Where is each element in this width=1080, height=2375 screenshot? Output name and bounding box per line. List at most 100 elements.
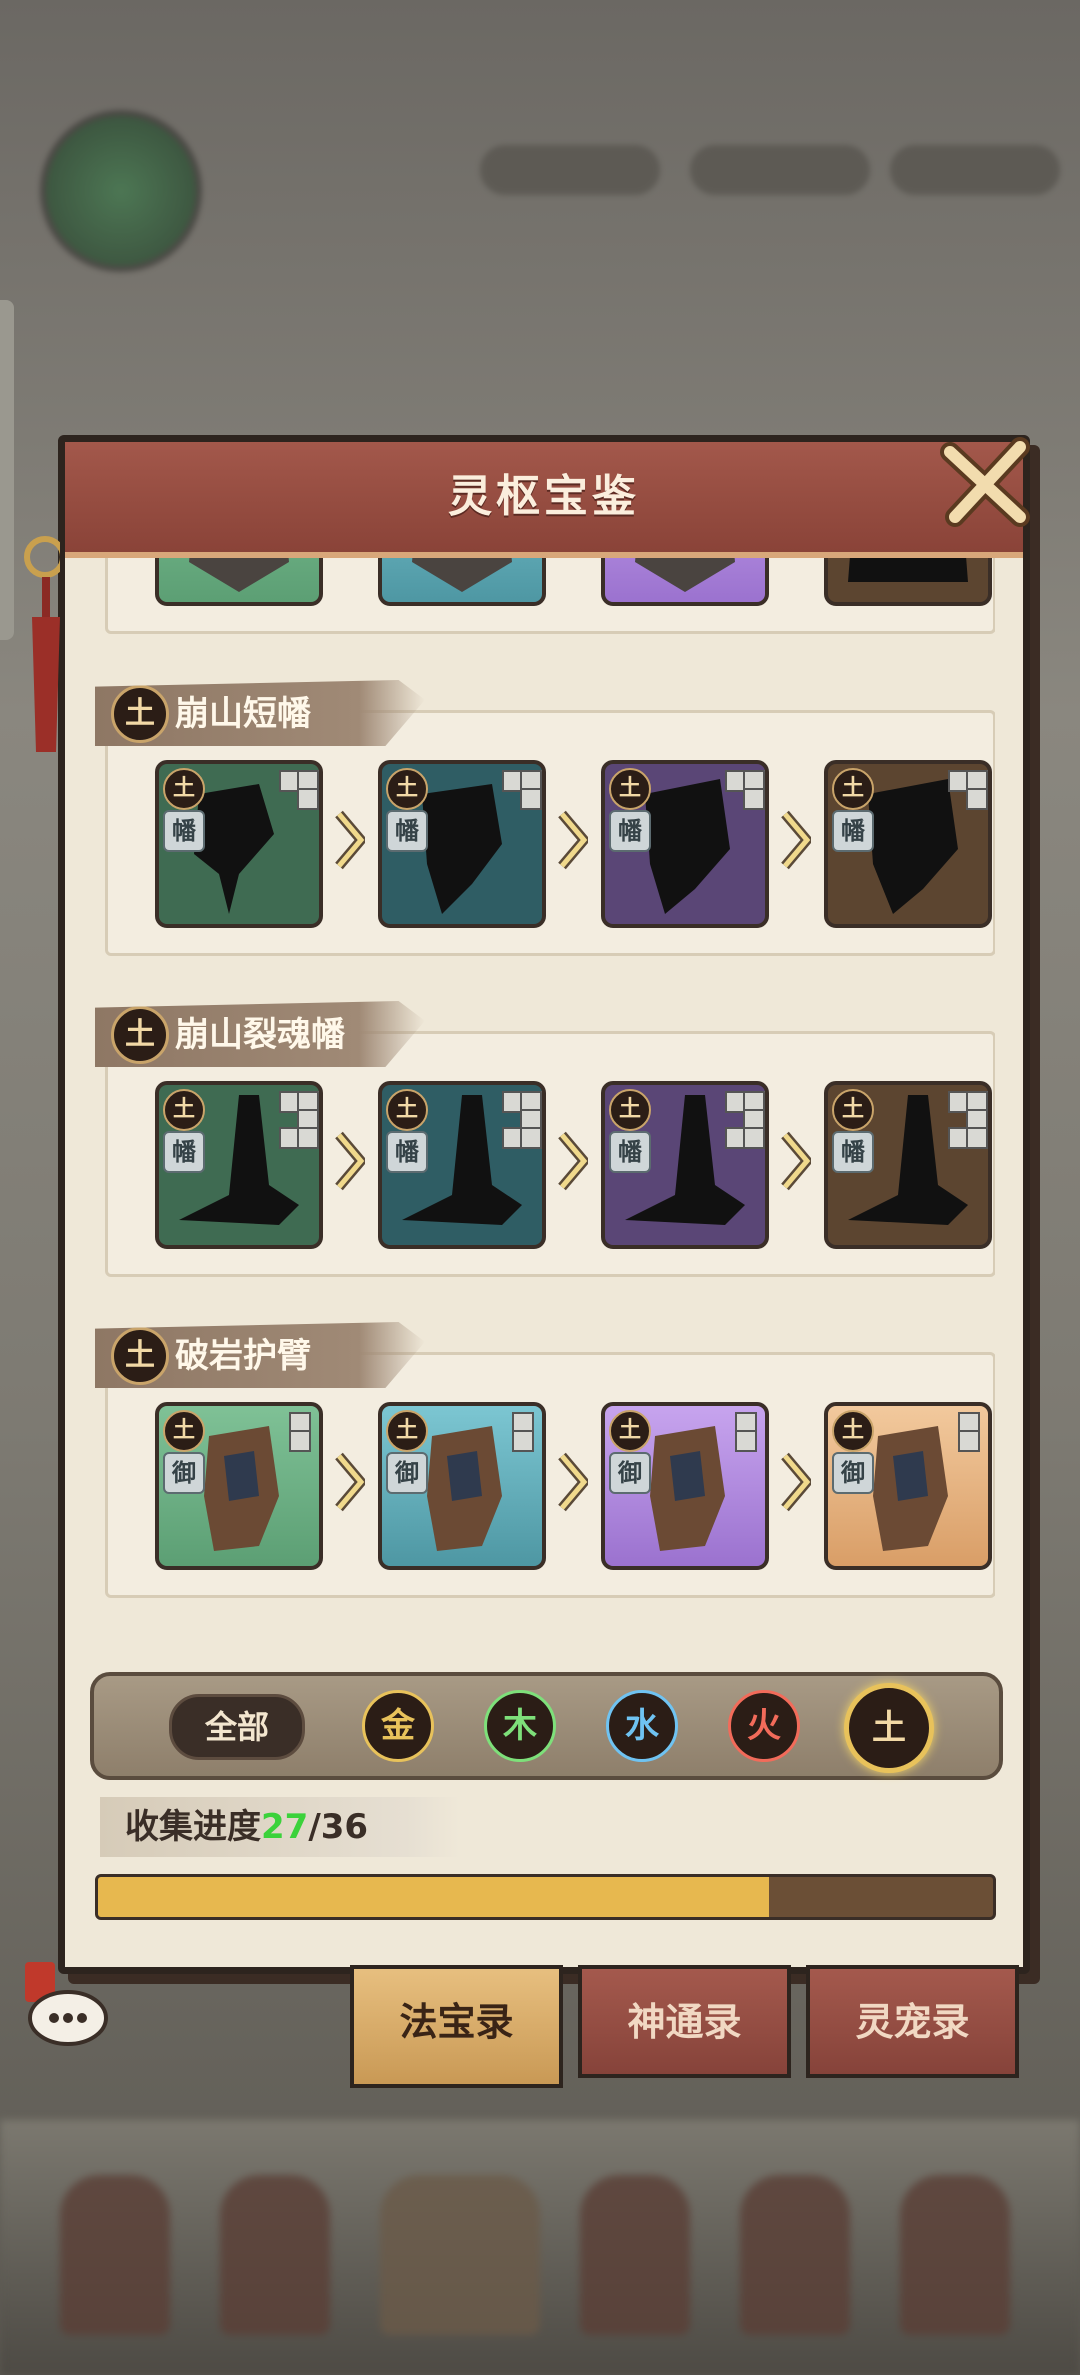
treasure-card[interactable]: 土 幡 <box>378 1081 546 1249</box>
group-label-banner: 土 破岩护臂 <box>95 1322 425 1388</box>
tab-treasure-record[interactable]: 法宝录 <box>350 1965 563 2088</box>
treasure-card[interactable]: 土 御 <box>378 1402 546 1570</box>
treasure-group: 土 崩山裂魂幡 土 幡 土 幡 土 幡 土 幡 <box>95 1001 995 1281</box>
filter-all-button[interactable]: 全部 <box>169 1694 305 1760</box>
chevron-right-icon <box>335 1131 365 1191</box>
tassel-icon <box>24 536 60 752</box>
tab-divine-record[interactable]: 神通录 <box>578 1965 791 2078</box>
close-x-icon[interactable] <box>935 432 1035 532</box>
background-resource-1 <box>480 145 660 195</box>
treasure-group: 土 破岩护臂 土 御 土 御 土 御 土 御 <box>95 1322 995 1602</box>
group-name: 崩山裂魂幡 <box>175 1015 345 1055</box>
card-type-badge: 幡 <box>163 1131 205 1173</box>
treasure-group: 土 崩山短幡 土 幡 土 幡 土 幡 土 幡 <box>95 680 995 960</box>
background-character <box>580 2175 690 2335</box>
chevron-right-icon <box>558 1131 588 1191</box>
card-element-badge: 土 <box>609 1089 651 1131</box>
chevron-right-icon <box>335 1452 365 1512</box>
group-label-banner: 土 崩山短幡 <box>95 680 425 746</box>
treasure-card[interactable]: 土 幡 <box>378 760 546 928</box>
card-type-badge: 御 <box>832 1452 874 1494</box>
card-element-badge: 土 <box>832 1089 874 1131</box>
treasure-card[interactable]: 土 幡 <box>824 760 992 928</box>
background-character <box>900 2175 1010 2335</box>
chevron-right-icon <box>558 810 588 870</box>
card-type-badge: 幡 <box>609 810 651 852</box>
card-element-badge: 土 <box>163 1089 205 1131</box>
slot-icon <box>512 1430 534 1452</box>
card-element-badge: 土 <box>163 1410 205 1452</box>
slot-icon <box>520 1127 542 1149</box>
card-type-badge: 幡 <box>832 810 874 852</box>
card-element-badge: 土 <box>163 768 205 810</box>
slot-icon <box>520 788 542 810</box>
card-element-badge: 土 <box>386 1089 428 1131</box>
filter-wood-button[interactable]: 木 <box>484 1690 556 1762</box>
filter-metal-button[interactable]: 金 <box>362 1690 434 1762</box>
background-character <box>740 2175 850 2335</box>
treasure-card[interactable]: 御 <box>155 558 323 606</box>
treasure-group-top: 御 御 御 御 <box>95 558 995 638</box>
armor-icon <box>635 558 735 592</box>
card-element-badge: 土 <box>386 768 428 810</box>
filter-fire-button[interactable]: 火 <box>728 1690 800 1762</box>
treasure-card[interactable]: 御 <box>824 558 992 606</box>
card-element-badge: 土 <box>609 768 651 810</box>
slot-icon <box>743 788 765 810</box>
panel-header: 灵枢宝鉴 <box>65 442 1023 558</box>
progress-current: 27 <box>261 1807 309 1847</box>
treasure-card[interactable]: 土 御 <box>824 1402 992 1570</box>
card-type-badge: 幡 <box>386 1131 428 1173</box>
chevron-right-icon <box>781 1131 811 1191</box>
card-element-badge: 土 <box>832 1410 874 1452</box>
progress-total: /36 <box>308 1807 369 1847</box>
treasure-card[interactable]: 土 幡 <box>824 1081 992 1249</box>
background-character <box>60 2175 170 2335</box>
side-edge-handle <box>0 300 14 640</box>
armor-icon <box>412 558 512 592</box>
filter-water-button[interactable]: 水 <box>606 1690 678 1762</box>
chevron-right-icon <box>558 1452 588 1512</box>
group-label-banner: 土 崩山裂魂幡 <box>95 1001 425 1067</box>
card-type-badge: 幡 <box>609 1131 651 1173</box>
card-type-badge: 幡 <box>832 1131 874 1173</box>
earth-element-badge: 土 <box>111 1327 169 1385</box>
slot-icon <box>958 1430 980 1452</box>
treasure-card[interactable]: 土 幡 <box>601 760 769 928</box>
treasure-list[interactable]: 御 御 御 御 土 崩山短幡 <box>95 558 995 1658</box>
card-element-badge: 土 <box>386 1410 428 1452</box>
card-element-badge: 土 <box>832 768 874 810</box>
element-filter-bar: 全部 金 木 水 火 土 <box>90 1672 1003 1780</box>
progress-fill <box>98 1877 770 1917</box>
treasure-card[interactable]: 御 <box>601 558 769 606</box>
progress-bar <box>95 1874 996 1920</box>
background-topbar <box>20 110 1060 272</box>
treasure-card[interactable]: 御 <box>378 558 546 606</box>
card-type-badge: 幡 <box>386 810 428 852</box>
slot-icon <box>735 1430 757 1452</box>
slot-icon <box>289 1430 311 1452</box>
chat-bubble-icon[interactable] <box>20 1960 110 2050</box>
panel-title: 灵枢宝鉴 <box>448 471 640 522</box>
background-avatar <box>40 110 202 272</box>
treasure-card[interactable]: 土 御 <box>155 1402 323 1570</box>
filter-earth-button[interactable]: 土 <box>844 1683 934 1773</box>
card-type-badge: 御 <box>386 1452 428 1494</box>
armor-silhouette-icon <box>848 558 968 582</box>
chevron-right-icon <box>781 810 811 870</box>
treasure-card[interactable]: 土 幡 <box>155 760 323 928</box>
armor-icon <box>189 558 289 592</box>
background-resource-3 <box>890 145 1060 195</box>
slot-icon <box>966 788 988 810</box>
treasure-card[interactable]: 土 幡 <box>155 1081 323 1249</box>
treasure-codex-panel: 灵枢宝鉴 御 御 御 御 <box>24 435 1030 1974</box>
treasure-card[interactable]: 土 御 <box>601 1402 769 1570</box>
tab-spirit-pet-record[interactable]: 灵宠录 <box>806 1965 1019 2078</box>
card-type-badge: 幡 <box>163 810 205 852</box>
earth-element-badge: 土 <box>111 1006 169 1064</box>
treasure-card[interactable]: 土 幡 <box>601 1081 769 1249</box>
collection-progress-text: 收集进度27/36 <box>125 1802 368 1852</box>
background-character <box>220 2175 330 2335</box>
group-name: 破岩护臂 <box>175 1336 311 1376</box>
chevron-right-icon <box>781 1452 811 1512</box>
